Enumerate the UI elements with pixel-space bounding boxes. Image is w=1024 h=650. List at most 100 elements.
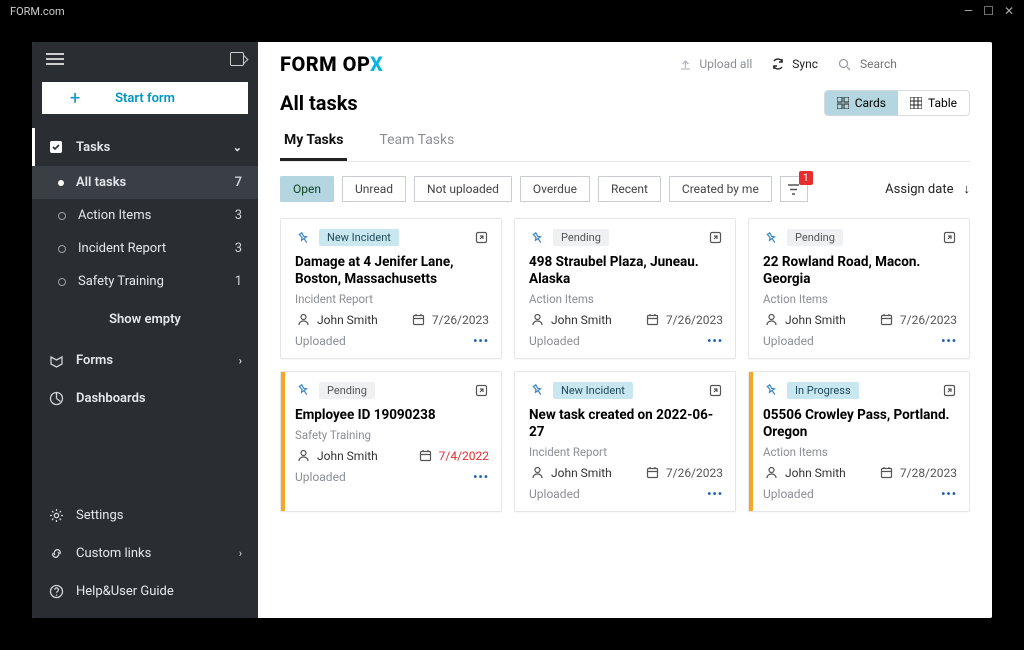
- sidebar-settings[interactable]: Settings: [32, 496, 258, 534]
- task-card[interactable]: Pending22 Rowland Road, Macon. GeorgiaAc…: [748, 218, 970, 359]
- show-empty-button[interactable]: Show empty: [32, 298, 258, 341]
- sidebar-settings-label: Settings: [76, 508, 123, 523]
- card-assignee: John Smith: [317, 449, 378, 463]
- view-table-label: Table: [928, 96, 957, 110]
- view-cards-label: Cards: [855, 96, 886, 110]
- user-icon: [763, 465, 779, 481]
- more-icon[interactable]: •••: [473, 470, 489, 484]
- bullet-icon: [58, 180, 64, 186]
- pin-icon[interactable]: [526, 226, 548, 248]
- view-cards-button[interactable]: Cards: [825, 91, 898, 115]
- open-icon[interactable]: [941, 382, 957, 398]
- card-title: Damage at 4 Jenifer Lane, Boston, Massac…: [295, 254, 489, 288]
- view-table-button[interactable]: Table: [898, 91, 969, 115]
- card-assignee: John Smith: [785, 466, 846, 480]
- sidebar-help[interactable]: Help&User Guide: [32, 572, 258, 610]
- filter-overdue[interactable]: Overdue: [520, 176, 590, 202]
- sidebar-item-action-items[interactable]: Action Items 3: [32, 199, 258, 232]
- open-icon[interactable]: [473, 230, 489, 246]
- card-assignee: John Smith: [551, 313, 612, 327]
- page-title: All tasks: [280, 91, 358, 115]
- sidebar-item-count: 3: [235, 241, 242, 256]
- sidebar-item-safety-training[interactable]: Safety Training1: [32, 265, 258, 298]
- filter-open[interactable]: Open: [280, 176, 334, 202]
- cards-icon: [837, 97, 849, 109]
- filter-not-uploaded[interactable]: Not uploaded: [414, 176, 512, 202]
- filter-created-by-me[interactable]: Created by me: [669, 176, 772, 202]
- sync-button[interactable]: Sync: [770, 56, 818, 72]
- card-assignee: John Smith: [785, 313, 846, 327]
- chevron-right-icon: ›: [239, 354, 242, 367]
- sidebar-item-label: All tasks: [76, 175, 126, 190]
- tab-my-tasks[interactable]: My Tasks: [280, 122, 347, 161]
- upload-status: Uploaded: [763, 334, 814, 348]
- status-badge: New Incident: [319, 229, 399, 246]
- card-date: 7/28/2023: [900, 466, 957, 480]
- card-type: Action Items: [763, 445, 957, 459]
- sidebar-item-count: 3: [235, 208, 242, 223]
- start-form-button[interactable]: + Start form: [42, 82, 248, 114]
- filter-icon: [787, 183, 800, 196]
- sidebar-custom-links-label: Custom links: [76, 546, 151, 561]
- menu-icon[interactable]: [46, 53, 64, 65]
- tasks-icon: [48, 139, 64, 155]
- more-icon[interactable]: •••: [941, 487, 957, 501]
- pin-icon[interactable]: [760, 226, 782, 248]
- task-card[interactable]: Pending 498 Straubel Plaza, Juneau. Alask…: [514, 218, 736, 359]
- open-icon[interactable]: [473, 382, 489, 398]
- card-date: 7/4/2022: [439, 449, 489, 463]
- exit-icon[interactable]: [230, 52, 244, 66]
- filter-recent[interactable]: Recent: [598, 176, 661, 202]
- task-card[interactable]: New Incident Damage at 4 Jenifer Lane, Bo…: [280, 218, 502, 359]
- card-date: 7/26/2023: [900, 313, 957, 327]
- more-icon[interactable]: •••: [707, 334, 723, 348]
- status-badge: Pending: [553, 229, 609, 246]
- open-icon[interactable]: [707, 230, 723, 246]
- pin-icon[interactable]: [760, 379, 782, 401]
- sidebar-item-all-tasks[interactable]: All tasks7: [32, 166, 258, 199]
- sidebar-section-forms[interactable]: Forms ›: [32, 341, 258, 379]
- more-icon[interactable]: •••: [473, 334, 489, 348]
- window-minimize[interactable]: —: [964, 4, 973, 18]
- link-icon: [48, 545, 64, 561]
- task-card[interactable]: New IncidentNew task created on 2022-06-…: [514, 371, 736, 512]
- filter-button[interactable]: 1: [780, 176, 808, 202]
- more-icon[interactable]: •••: [707, 487, 723, 501]
- pin-icon[interactable]: [526, 379, 548, 401]
- sidebar-section-tasks[interactable]: Tasks ⌄: [32, 128, 258, 166]
- card-date: 7/26/2023: [666, 466, 723, 480]
- sidebar-item-label: Safety Training: [78, 274, 164, 289]
- bullet-icon: [58, 212, 66, 220]
- pin-icon[interactable]: [292, 379, 314, 401]
- card-title: 22 Rowland Road, Macon. Georgia: [763, 254, 957, 288]
- window-maximize[interactable]: ☐: [983, 4, 994, 18]
- window-close[interactable]: ✕: [1004, 4, 1014, 18]
- open-icon[interactable]: [707, 382, 723, 398]
- card-title: 498 Straubel Plaza, Juneau. Alaska: [529, 254, 723, 288]
- upload-all-button[interactable]: Upload all: [677, 56, 752, 72]
- task-card[interactable]: PendingEmployee ID 19090238Safety Traini…: [280, 371, 502, 512]
- chevron-right-icon: ›: [239, 547, 242, 560]
- sidebar-section-dashboards[interactable]: Dashboards: [32, 379, 258, 417]
- task-card[interactable]: In Progress05506 Crowley Pass, Portland.…: [748, 371, 970, 512]
- open-icon[interactable]: [941, 230, 957, 246]
- pin-icon[interactable]: [292, 226, 314, 248]
- sidebar-item-incident-report[interactable]: Incident Report 3: [32, 232, 258, 265]
- sidebar-item-label: Action Items: [78, 208, 151, 223]
- status-badge: Pending: [319, 382, 375, 399]
- search-input[interactable]: [860, 57, 970, 71]
- more-icon[interactable]: •••: [941, 334, 957, 348]
- tab-team-tasks[interactable]: Team Tasks: [375, 122, 458, 161]
- sort-label: Assign date: [885, 182, 953, 197]
- user-icon: [763, 312, 779, 328]
- sort-button[interactable]: Assign date ↓: [885, 181, 970, 197]
- card-type: Incident Report: [295, 292, 489, 306]
- status-badge: Pending: [787, 229, 843, 246]
- sidebar-item-label: Incident Report: [78, 241, 166, 256]
- card-date: 7/26/2023: [432, 313, 489, 327]
- filter-unread[interactable]: Unread: [342, 176, 406, 202]
- sidebar-tasks-label: Tasks: [76, 140, 110, 155]
- window-title: FORM.com: [10, 5, 65, 18]
- sidebar-custom-links[interactable]: Custom links ›: [32, 534, 258, 572]
- upload-status: Uploaded: [529, 487, 580, 501]
